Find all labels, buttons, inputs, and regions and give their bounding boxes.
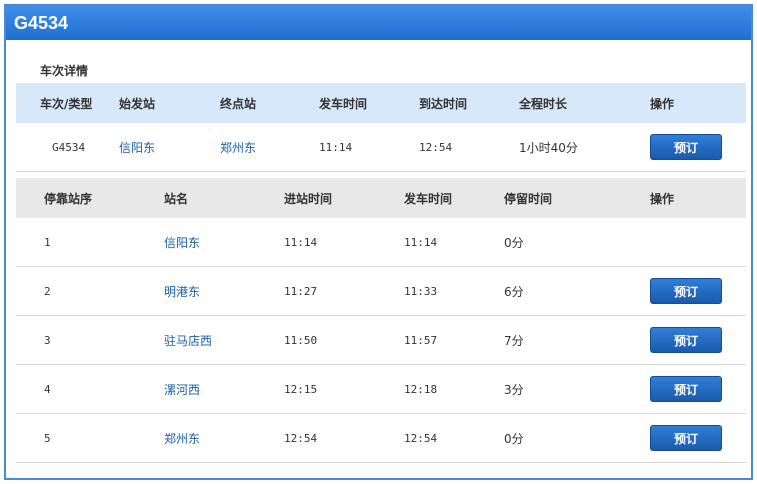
stop-row: 3 驻马店西 11:50 11:57 7分 预订 [16,316,746,365]
stop-arrive: 12:54 [284,431,318,445]
arrive-time: 12:54 [419,140,453,154]
stops-header: 停靠站序 站名 进站时间 发车时间 停留时间 操作 [16,178,746,218]
stop-station-link[interactable]: 明港东 [164,267,200,315]
header-depart-time: 发车时间 [319,96,368,111]
stop-stay: 7分 [504,333,524,348]
stop-book-button[interactable]: 预订 [650,278,722,304]
header-action: 操作 [650,96,675,111]
header-stay-time: 停留时间 [504,191,553,206]
origin-station-link[interactable]: 信阳东 [119,123,155,171]
stop-station-link[interactable]: 驻马店西 [164,316,212,364]
stop-arrive: 11:14 [284,235,318,249]
stop-depart: 11:14 [404,235,438,249]
window-title: G4534 [6,6,751,40]
train-detail-window: G4534 车次详情 车次/类型 始发站 终点站 发车时间 到达时间 全程时长 … [4,4,753,480]
summary-header: 车次/类型 始发站 终点站 发车时间 到达时间 全程时长 操作 [16,83,746,123]
stop-depart: 12:54 [404,431,438,445]
header-arrive-time: 到达时间 [419,96,468,111]
stop-seq: 3 [44,333,51,347]
train-number: G4534 [52,140,86,154]
stop-stay: 0分 [504,431,524,446]
stops-table: 1 信阳东 11:14 11:14 0分 2 明港东 11:27 11:33 6… [16,218,746,463]
header-origin: 始发站 [119,96,156,111]
stop-seq: 5 [44,431,51,445]
stop-stay: 3分 [504,382,524,397]
stop-depart: 11:33 [404,284,438,298]
stop-depart: 11:57 [404,333,438,347]
stop-station-link[interactable]: 郑州东 [164,414,200,462]
header-duration: 全程时长 [519,96,568,111]
stop-row: 5 郑州东 12:54 12:54 0分 预订 [16,414,746,463]
summary-row: G4534 信阳东 郑州东 11:14 12:54 1小时40分 预订 [16,123,746,172]
header-station-name: 站名 [164,191,189,206]
stop-depart: 12:18 [404,382,438,396]
stop-arrive: 11:27 [284,284,318,298]
stop-book-button[interactable]: 预订 [650,425,722,451]
stop-book-button[interactable]: 预订 [650,327,722,353]
header-stop-action: 操作 [650,191,675,206]
header-destination: 终点站 [220,96,257,111]
stop-station-link[interactable]: 信阳东 [164,218,200,266]
stop-row: 4 漯河西 12:15 12:18 3分 预订 [16,365,746,414]
stop-arrive: 12:15 [284,382,318,396]
stop-seq: 1 [44,235,51,249]
header-arrival-time: 进站时间 [284,191,333,206]
header-train-type: 车次/类型 [40,96,93,111]
stop-book-button[interactable]: 预订 [650,376,722,402]
book-button[interactable]: 预订 [650,134,722,160]
header-departure-time: 发车时间 [404,191,453,206]
header-stop-seq: 停靠站序 [44,191,93,206]
stop-seq: 2 [44,284,51,298]
depart-time: 11:14 [319,140,353,154]
destination-station-link[interactable]: 郑州东 [220,123,256,171]
stop-stay: 0分 [504,235,524,250]
stop-arrive: 11:50 [284,333,318,347]
stop-row: 1 信阳东 11:14 11:14 0分 [16,218,746,267]
stop-seq: 4 [44,382,51,396]
duration: 1小时40分 [519,140,578,155]
stop-station-link[interactable]: 漯河西 [164,365,200,413]
stop-row: 2 明港东 11:27 11:33 6分 预订 [16,267,746,316]
stop-stay: 6分 [504,284,524,299]
section-title: 车次详情 [40,64,89,78]
